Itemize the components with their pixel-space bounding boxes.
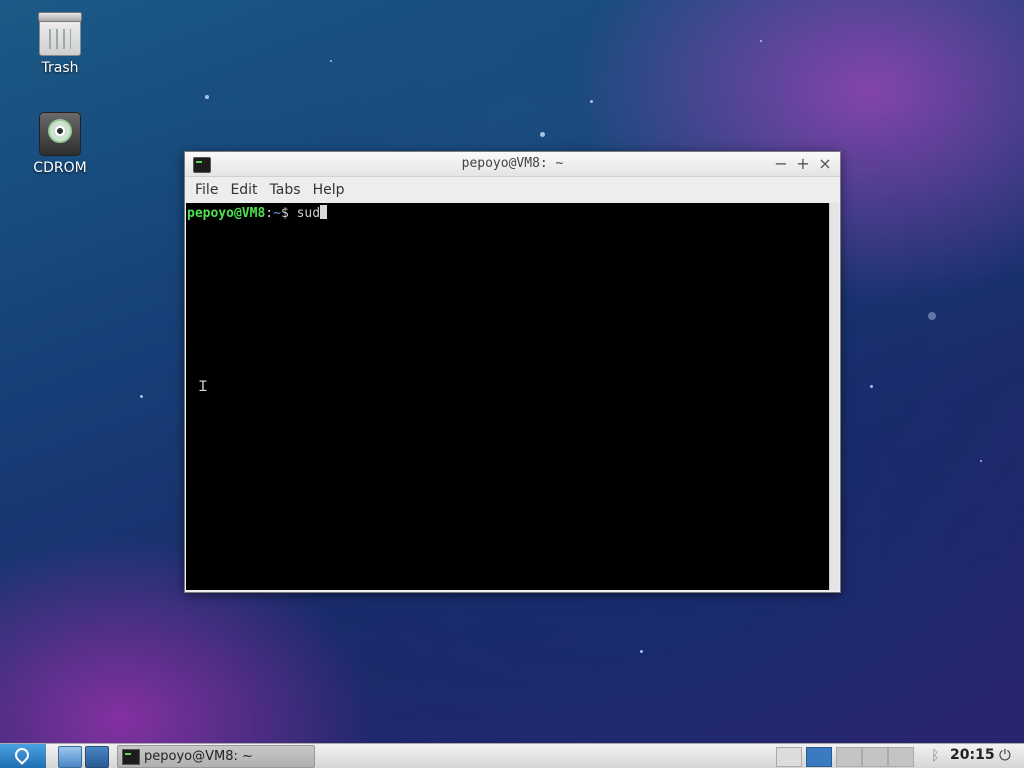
menu-bar: File Edit Tabs Help	[185, 177, 840, 203]
workspace-1[interactable]	[806, 747, 832, 767]
clock[interactable]: 20:15	[950, 747, 995, 763]
desktop-icon-label: Trash	[41, 60, 79, 76]
maximize-button[interactable]: +	[793, 154, 813, 174]
desktop-icon-trash[interactable]: Trash	[20, 12, 100, 76]
text-cursor	[320, 205, 328, 219]
task-label: pepoyo@VM8: ~	[144, 749, 253, 764]
star	[980, 460, 982, 462]
star	[330, 60, 332, 62]
workspace-2[interactable]	[836, 747, 862, 767]
desktop-icon-label: CDROM	[33, 160, 87, 176]
menu-file[interactable]: File	[189, 182, 224, 198]
desktop-icon-cdrom[interactable]: CDROM	[20, 112, 100, 176]
star	[870, 385, 873, 388]
workspace-4[interactable]	[888, 747, 914, 767]
star	[540, 132, 545, 137]
cdrom-icon	[39, 112, 81, 156]
star	[928, 312, 936, 320]
file-manager-launcher-icon[interactable]	[58, 746, 82, 768]
network-launcher-icon[interactable]	[85, 746, 109, 768]
star	[640, 650, 643, 653]
terminal-icon	[122, 748, 140, 765]
terminal-window: pepoyo@VM8: ~ − + × File Edit Tabs Help …	[184, 151, 841, 593]
window-titlebar[interactable]: pepoyo@VM8: ~ − + ×	[185, 152, 840, 177]
terminal-area[interactable]: pepoyo@VM8:~$ sud	[186, 203, 829, 590]
bluetooth-icon[interactable]: ᛒ	[931, 748, 939, 764]
show-desktop-button[interactable]	[776, 747, 802, 767]
star	[760, 40, 762, 42]
prompt-colon: :	[265, 206, 274, 221]
close-button[interactable]: ×	[815, 154, 835, 174]
menu-tabs[interactable]: Tabs	[264, 182, 307, 198]
prompt-symbol: $	[280, 206, 289, 221]
star	[205, 95, 209, 99]
prompt-user-host: pepoyo@VM8	[187, 206, 266, 221]
menu-edit[interactable]: Edit	[224, 182, 263, 198]
workspace-3[interactable]	[862, 747, 888, 767]
start-menu-button[interactable]	[0, 744, 46, 768]
trash-icon	[38, 12, 82, 56]
star	[140, 395, 143, 398]
menu-help[interactable]: Help	[307, 182, 351, 198]
power-icon[interactable]: ⏻	[999, 746, 1011, 764]
window-title: pepoyo@VM8: ~	[461, 156, 564, 171]
star	[590, 100, 593, 103]
minimize-button[interactable]: −	[771, 154, 791, 174]
command-text: sud	[296, 206, 321, 221]
mouse-ibeam-cursor-icon: Ｉ	[196, 379, 210, 395]
taskbar: pepoyo@VM8: ~ ᛒ 20:15 ⏻	[0, 743, 1024, 768]
terminal-scrollbar[interactable]	[829, 203, 839, 590]
prompt-path: ~	[273, 206, 281, 221]
taskbar-task-terminal[interactable]: pepoyo@VM8: ~	[117, 745, 315, 768]
